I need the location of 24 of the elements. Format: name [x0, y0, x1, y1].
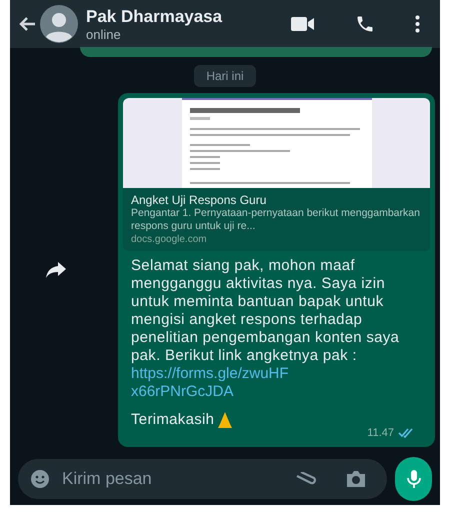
link-preview-domain: docs.google.com	[131, 233, 208, 246]
more-menu-icon[interactable]	[415, 15, 420, 33]
microphone-icon	[406, 469, 420, 489]
attachment-icon[interactable]	[295, 472, 317, 486]
closing-text: Terimakasih	[131, 411, 214, 429]
phone-call-icon[interactable]	[355, 14, 375, 34]
emoji-icon[interactable]	[30, 469, 50, 489]
forward-icon[interactable]	[45, 260, 67, 279]
video-call-icon[interactable]	[291, 16, 315, 32]
back-icon[interactable]	[18, 16, 36, 32]
message-link[interactable]: https://forms.gle/zwuHFx66rPNrGcJDA	[131, 365, 291, 401]
link-preview-card[interactable]: Angket Uji Respons Guru Pengantar 1. Pernyataan-pernyataan berikut menggambarkan respons guru untuk uji re... docs.google.com	[123, 98, 430, 251]
message-time: 11.47	[367, 426, 394, 441]
message-text: Selamat siang pak, mohon maaf mengganggu aktivitas nya. Saya izin untuk meminta bantuan bapak untuk mengisi angket respons terhadap penelitian pengembangan konten saya pak. Berikut link angketnya pak :	[131, 257, 400, 365]
message-composer-field[interactable]: Kirim pesan	[18, 459, 387, 499]
contact-name[interactable]: Pak Dharmayasa	[86, 6, 287, 26]
message-input-field[interactable]: Kirim pesan	[62, 466, 283, 492]
contact-status: online	[86, 26, 122, 42]
voice-message-button[interactable]	[395, 457, 432, 501]
avatar-icon[interactable]	[40, 5, 78, 43]
link-preview-description: Pengantar 1. Pernyataan-pernyataan berikut menggambarkan respons guru untuk uji re...	[131, 207, 421, 233]
camera-icon[interactable]	[345, 470, 367, 488]
date-chip: Hari ini	[194, 65, 256, 87]
link-preview-title: Angket Uji Respons Guru	[131, 193, 268, 207]
